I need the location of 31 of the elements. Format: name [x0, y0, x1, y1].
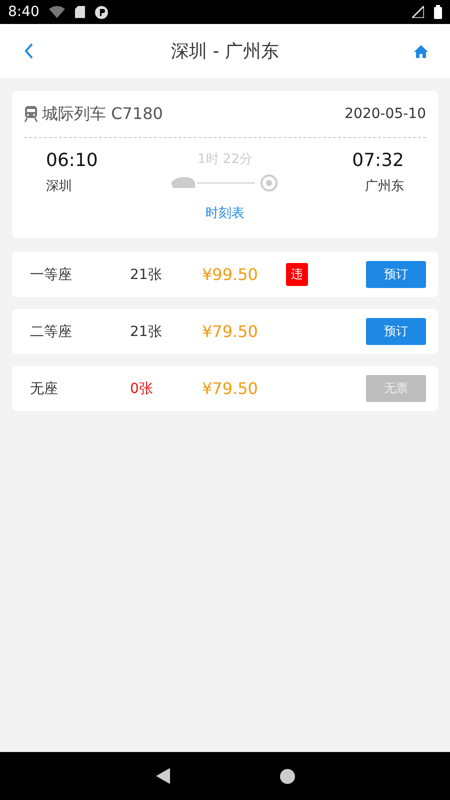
sd-card-icon [75, 6, 86, 18]
book-button[interactable]: 预订 [366, 318, 426, 345]
page-title: 深圳 - 广州东 [170, 40, 280, 63]
home-icon [414, 44, 428, 58]
violation-badge: 违 [286, 263, 308, 286]
arrive-time: 07:32 [352, 150, 404, 171]
back-icon [24, 43, 34, 59]
seat-price: ¥79.50 [202, 379, 259, 398]
book-button[interactable]: 预订 [366, 261, 426, 288]
status-time: 8:40 [8, 4, 40, 20]
arrive-station: 广州东 [365, 178, 404, 195]
train-name: 城际列车 C7180 [42, 104, 163, 124]
seat-class: 一等座 [30, 266, 73, 284]
seat-class: 二等座 [30, 322, 73, 340]
seat-price: ¥79.50 [202, 322, 259, 341]
train-icon [24, 106, 38, 122]
depart-station: 深圳 [46, 178, 73, 195]
battery-icon [434, 5, 442, 19]
wifi-icon [49, 6, 66, 18]
depart-time: 06:10 [46, 150, 98, 171]
seat-price: ¥99.50 [202, 265, 259, 284]
app-notification-icon [95, 6, 108, 18]
travel-date: 2020-05-10 [344, 106, 426, 122]
seat-class: 无座 [30, 380, 59, 398]
home-nav-icon[interactable] [280, 768, 294, 784]
seat-count: 21张 [130, 266, 163, 284]
seat-count: 21张 [130, 322, 163, 340]
seat-count: 0张 [130, 380, 154, 398]
timetable-link[interactable]: 时刻表 [206, 204, 244, 222]
signal-icon [412, 6, 424, 18]
back-nav-icon[interactable] [156, 768, 170, 784]
